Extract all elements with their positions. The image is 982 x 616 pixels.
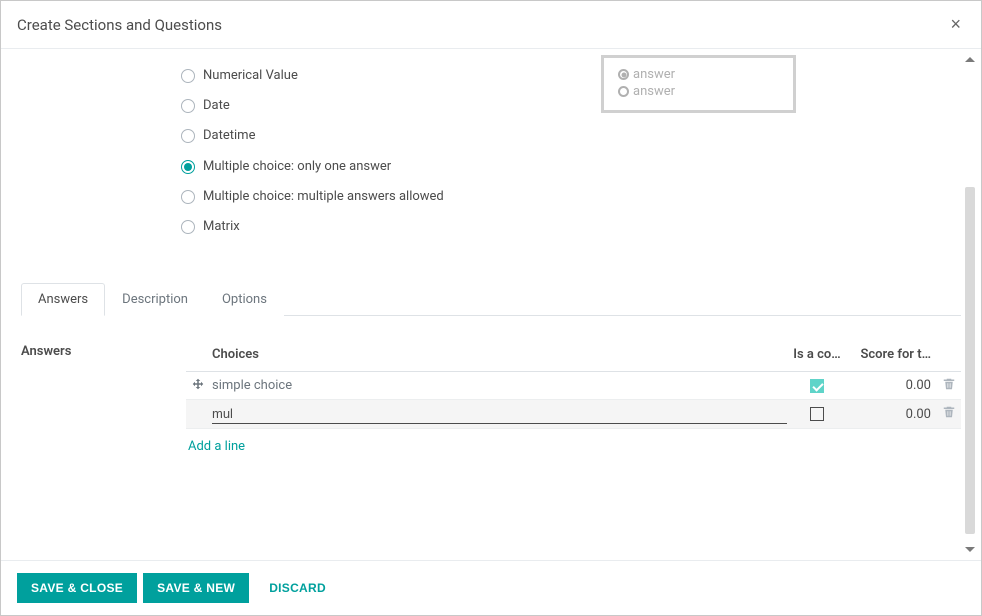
radio-multiple-choice-single[interactable]: Multiple choice: only one answer (181, 152, 541, 182)
radio-empty-icon (618, 86, 629, 97)
scroll-down-icon[interactable] (965, 547, 975, 552)
radio-icon (181, 160, 195, 174)
modal-title: Create Sections and Questions (17, 16, 222, 34)
answers-section: Answers Choices Is a co… Score for t… si… (21, 344, 961, 460)
modal-header: Create Sections and Questions × (1, 1, 981, 49)
preview-text: answer (633, 67, 675, 82)
header-is-correct[interactable]: Is a co… (787, 347, 847, 362)
question-type-radio-group: Numerical Value Date Datetime Multiple c… (181, 61, 541, 242)
delete-row-button[interactable] (937, 378, 961, 394)
radio-label: Matrix (203, 218, 240, 236)
discard-button[interactable]: DISCARD (255, 573, 340, 603)
add-line-button[interactable]: Add a line (186, 429, 961, 460)
table-row[interactable]: simple choice 0.00 (186, 372, 961, 400)
scroll-up-icon[interactable] (965, 57, 975, 62)
delete-row-button[interactable] (937, 406, 961, 422)
radio-matrix[interactable]: Matrix (181, 212, 541, 242)
preview-text: answer (633, 84, 675, 99)
radio-label: Datetime (203, 127, 255, 145)
checkbox-icon (810, 379, 824, 393)
tab-options[interactable]: Options (205, 283, 284, 316)
tab-answers[interactable]: Answers (21, 283, 105, 316)
header-choices[interactable]: Choices (210, 347, 787, 362)
radio-icon (181, 99, 195, 113)
tab-description[interactable]: Description (105, 283, 205, 316)
score-cell[interactable]: 0.00 (847, 378, 937, 393)
close-button[interactable]: × (946, 14, 965, 35)
choice-cell[interactable]: simple choice (210, 378, 787, 393)
radio-label: Multiple choice: only one answer (203, 158, 391, 176)
radio-icon (181, 220, 195, 234)
score-cell[interactable]: 0.00 (847, 407, 937, 422)
modal-create-sections-questions: Create Sections and Questions × Numerica… (0, 0, 982, 616)
is-correct-cell[interactable] (787, 407, 847, 422)
choice-cell[interactable] (210, 404, 787, 424)
tab-bar: Answers Description Options (21, 282, 961, 316)
header-score[interactable]: Score for t… (847, 347, 937, 362)
radio-date[interactable]: Date (181, 91, 541, 121)
radio-label: Multiple choice: multiple answers allowe… (203, 188, 444, 206)
radio-label: Date (203, 97, 230, 115)
save-close-button[interactable]: SAVE & CLOSE (17, 573, 137, 603)
choice-input[interactable] (212, 404, 787, 424)
drag-handle-icon[interactable] (186, 378, 210, 394)
preview-line: answer (618, 66, 779, 83)
question-preview: answer answer (601, 55, 796, 113)
section-label: Answers (21, 344, 186, 460)
radio-icon (181, 190, 195, 204)
close-icon: × (950, 14, 961, 34)
answers-table: Choices Is a co… Score for t… simple cho… (186, 344, 961, 460)
is-correct-cell[interactable] (787, 378, 847, 393)
radio-label: Numerical Value (203, 67, 298, 85)
checkbox-icon (810, 407, 824, 421)
save-new-button[interactable]: SAVE & NEW (143, 573, 249, 603)
radio-datetime[interactable]: Datetime (181, 121, 541, 151)
radio-icon (181, 129, 195, 143)
radio-filled-icon (618, 69, 629, 80)
table-header: Choices Is a co… Score for t… (186, 344, 961, 372)
radio-multiple-choice-multiple[interactable]: Multiple choice: multiple answers allowe… (181, 182, 541, 212)
table-row[interactable]: 0.00 (186, 400, 961, 429)
preview-line: answer (618, 83, 779, 100)
modal-body: Numerical Value Date Datetime Multiple c… (1, 49, 981, 560)
radio-icon (181, 69, 195, 83)
modal-footer: SAVE & CLOSE SAVE & NEW DISCARD (1, 560, 981, 615)
radio-numerical-value[interactable]: Numerical Value (181, 61, 541, 91)
